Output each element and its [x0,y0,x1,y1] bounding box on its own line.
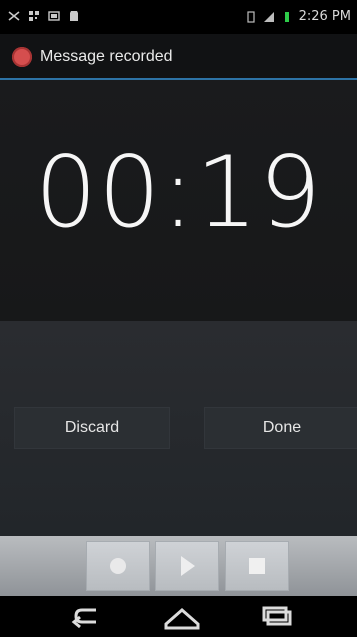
discard-button[interactable]: Discard [14,407,170,449]
page-title: Message recorded [40,48,173,65]
navigation-bar [0,596,357,637]
stop-button[interactable] [225,541,289,591]
home-icon[interactable] [160,604,204,630]
play-icon [181,556,195,576]
record-button[interactable] [86,541,150,591]
status-time: 2:26 PM [298,9,351,24]
timer-panel: 00:19 [0,80,357,321]
status-right: 2:26 PM [245,9,351,24]
play-button[interactable] [155,541,219,591]
status-bar: 2:26 PM [0,0,357,34]
recent-apps-icon[interactable] [256,604,300,630]
elapsed-time: 00:19 [34,136,323,250]
screenshot-icon [48,11,60,21]
sd-card-icon [70,11,78,21]
done-button[interactable]: Done [204,407,357,449]
battery-icon [247,10,255,23]
microphone-icon [12,47,32,67]
qr-icon [29,11,39,21]
status-left-icons [8,10,80,22]
back-icon[interactable] [66,604,110,630]
missed-call-icon [8,11,20,21]
stop-icon [249,558,265,574]
record-icon [110,558,126,574]
app-header: Message recorded [0,34,357,80]
battery-level-icon [284,11,289,22]
signal-icon [263,11,274,22]
